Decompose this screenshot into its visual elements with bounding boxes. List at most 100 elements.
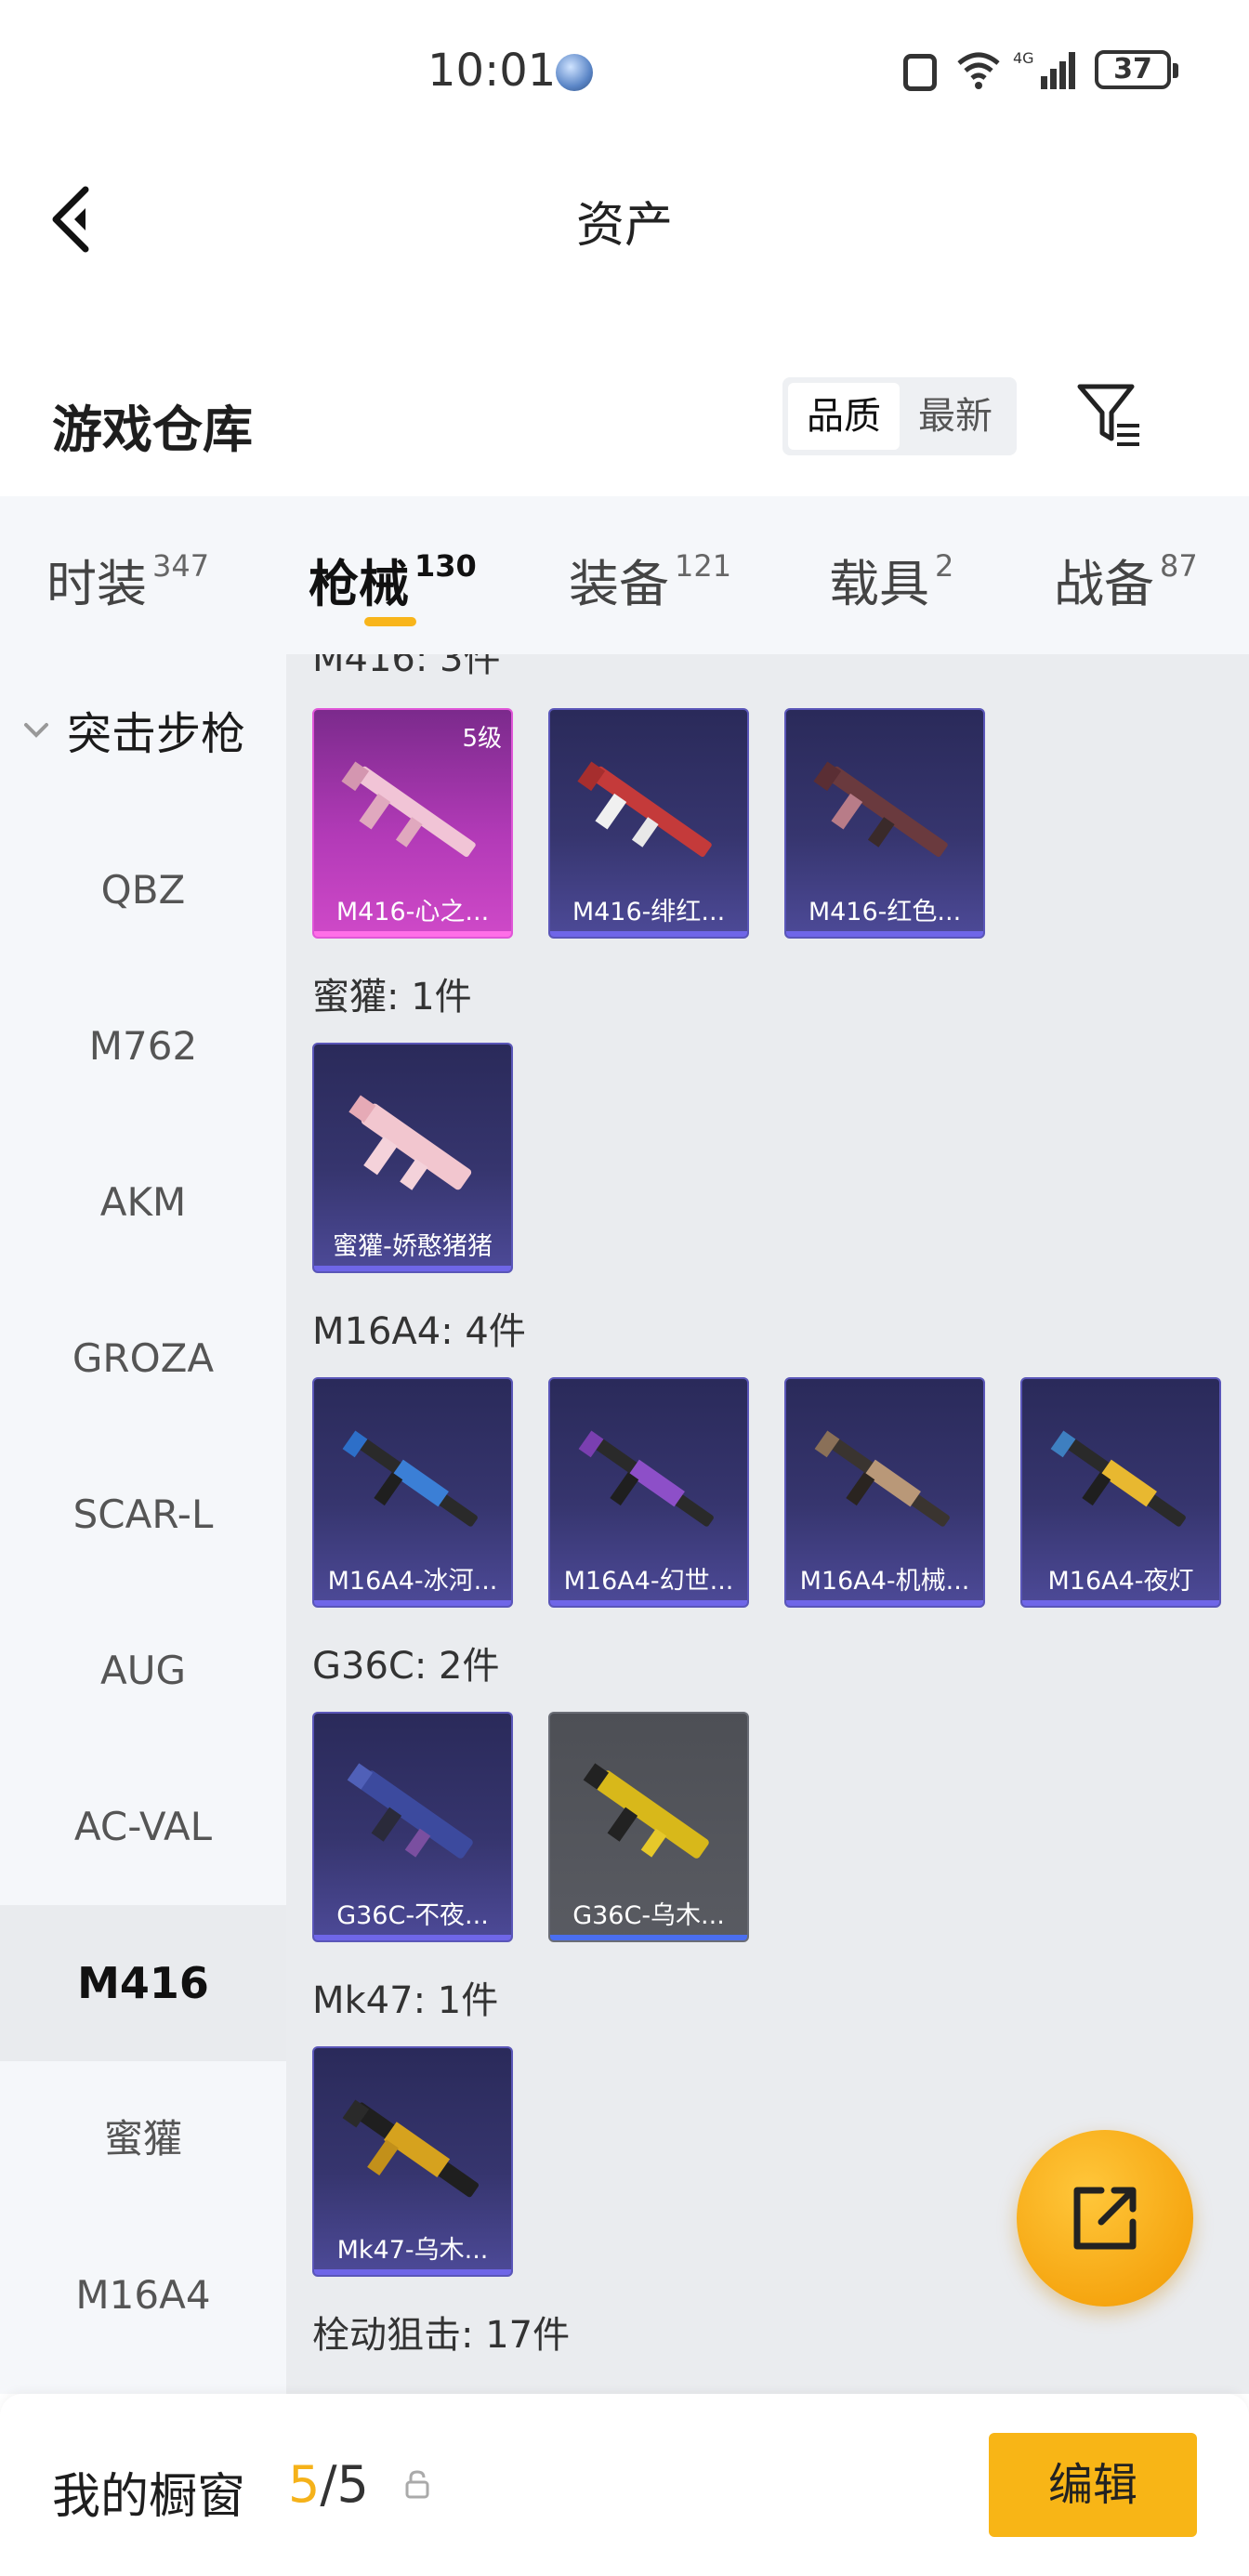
smg-icon [348, 1095, 472, 1190]
sidebar-item-ac-val[interactable]: AC-VAL [0, 1749, 286, 1905]
weapon-card[interactable]: M16A4-机械... [784, 1377, 985, 1608]
category-tabs: 时装 347 枪械 130 装备 121 载具 2 战备 87 [0, 496, 1249, 654]
weapon-name: M16A4-机械... [799, 1567, 970, 1596]
sidebar-item-m16a4[interactable]: M16A4 [0, 2217, 286, 2373]
group-label-m416: M416: 3件 [312, 654, 501, 680]
weapon-name: M416-绯红... [572, 898, 726, 927]
group-label-m16a4: M16A4: 4件 [312, 1310, 526, 1353]
tab-count: 2 [935, 548, 954, 584]
weapon-card[interactable]: 蜜獾-娇憨猪猪 [312, 1043, 513, 1273]
active-tab-indicator [364, 617, 416, 626]
rifle-icon [578, 1430, 714, 1527]
group-label-bolt-action: 栓动狙击: 17件 [312, 2314, 571, 2357]
weapon-name: G36C-不夜... [336, 1901, 489, 1930]
tab-label: 战备 [1054, 555, 1154, 613]
tab-equipment[interactable]: 装备 121 [569, 543, 731, 616]
signal-icon: 4G [1013, 49, 1075, 89]
sidebar-item-groza[interactable]: GROZA [0, 1281, 286, 1437]
nfc-icon [903, 54, 937, 91]
rifle-icon [813, 761, 948, 858]
wifi-icon [957, 52, 1000, 89]
group-label-mk47: Mk47: 1件 [312, 1979, 499, 2022]
filter-button[interactable] [1076, 381, 1143, 452]
lock-icon [405, 2470, 429, 2499]
weapon-card[interactable]: M16A4-夜灯 [1020, 1377, 1221, 1608]
sidebar-item-akm[interactable]: AKM [0, 1124, 286, 1281]
weapon-name: Mk47-乌木... [336, 2236, 489, 2265]
tab-count: 121 [675, 548, 732, 584]
tab-label: 时装 [46, 555, 147, 613]
rifle-icon [347, 1763, 473, 1859]
rarity-line [550, 1600, 747, 1606]
rarity-line [550, 931, 747, 937]
edit-button[interactable]: 编辑 [989, 2433, 1197, 2537]
group-label-g36c: G36C: 2件 [312, 1645, 500, 1688]
sort-option-quality[interactable]: 品质 [788, 383, 900, 450]
showcase-current: 5 [288, 2455, 321, 2514]
rifle-icon [814, 1430, 950, 1527]
tab-supplies[interactable]: 战备 87 [1054, 543, 1198, 616]
rarity-line [314, 2269, 511, 2275]
rarity-line [786, 931, 983, 937]
tab-count: 347 [152, 548, 210, 584]
showcase-total: /5 [320, 2455, 369, 2514]
rifle-icon [577, 761, 712, 858]
weapon-card[interactable]: 5级 M416-心之... [312, 708, 513, 939]
sidebar-item-honey-badger[interactable]: 蜜獾 [0, 2061, 286, 2217]
status-avatar-icon [556, 54, 593, 91]
weapon-card[interactable]: Mk47-乌木... [312, 2046, 513, 2277]
weapon-name: M16A4-冰河... [327, 1567, 498, 1596]
rarity-line [550, 1935, 747, 1940]
weapon-name: M16A4-夜灯 [1047, 1567, 1194, 1596]
weapon-card[interactable]: G36C-不夜... [312, 1712, 513, 1942]
chevron-down-icon [24, 723, 48, 738]
weapon-name: M416-红色... [808, 898, 962, 927]
showcase-label: 我的橱窗 [52, 2469, 246, 2525]
tab-label: 载具 [829, 555, 929, 613]
group-label-honey-badger: 蜜獾: 1件 [312, 976, 472, 1019]
weapon-name: M16A4-幻世... [563, 1567, 734, 1596]
share-button[interactable] [1017, 2130, 1193, 2307]
sidebar-item-qbz[interactable]: QBZ [0, 812, 286, 968]
rifle-icon [1050, 1430, 1186, 1527]
sidebar-item-m416[interactable]: M416 [0, 1905, 286, 2061]
sidebar-item-m762[interactable]: M762 [0, 968, 286, 1124]
sidebar-item-scar-l[interactable]: SCAR-L [0, 1437, 286, 1593]
rarity-line [314, 1266, 511, 1271]
tab-vehicles[interactable]: 载具 2 [829, 543, 953, 616]
svg-text:4G: 4G [1013, 49, 1034, 67]
sidebar-item-aug[interactable]: AUG [0, 1593, 286, 1749]
weapon-card[interactable]: M16A4-幻世... [548, 1377, 749, 1608]
level-badge: 5级 [462, 725, 502, 753]
share-external-icon [1073, 2187, 1137, 2250]
weapon-card[interactable]: G36C-乌木... [548, 1712, 749, 1942]
weapon-sidebar: 突击步枪 QBZ M762 AKM GROZA SCAR-L AUG AC-VA… [0, 654, 286, 2394]
weapon-name: G36C-乌木... [572, 1901, 725, 1930]
sort-option-newest[interactable]: 最新 [900, 383, 1011, 450]
tab-count: 87 [1160, 548, 1198, 584]
tab-firearms[interactable]: 枪械 130 [309, 543, 477, 616]
rarity-line [786, 1600, 983, 1606]
rifle-icon [341, 761, 476, 858]
status-bar: 10:01 4G 37 [0, 0, 1249, 139]
weapon-card[interactable]: M16A4-冰河... [312, 1377, 513, 1608]
sidebar-category-label: 突击步枪 [67, 708, 246, 760]
page-title: 资产 [575, 198, 673, 254]
weapon-name: 蜜獾-娇憨猪猪 [333, 1232, 493, 1261]
tab-count: 130 [414, 548, 477, 584]
weapon-name: M416-心之... [335, 898, 490, 927]
tab-fashion[interactable]: 时装 347 [46, 543, 209, 616]
rarity-line [314, 931, 511, 937]
rifle-icon [342, 2099, 480, 2198]
status-time: 10:01 [427, 45, 557, 97]
showcase-count: 5/5 [288, 2455, 369, 2514]
rifle-icon [583, 1763, 709, 1859]
weapon-card[interactable]: M416-红色... [784, 708, 985, 939]
weapon-card[interactable]: M416-绯红... [548, 708, 749, 939]
rarity-line [314, 1600, 511, 1606]
tab-label: 枪械 [309, 555, 409, 613]
warehouse-title: 游戏仓库 [52, 401, 253, 459]
sidebar-category-assault-rifles[interactable]: 突击步枪 [20, 697, 245, 762]
battery-icon: 37 [1095, 50, 1178, 89]
tab-label: 装备 [569, 555, 669, 613]
